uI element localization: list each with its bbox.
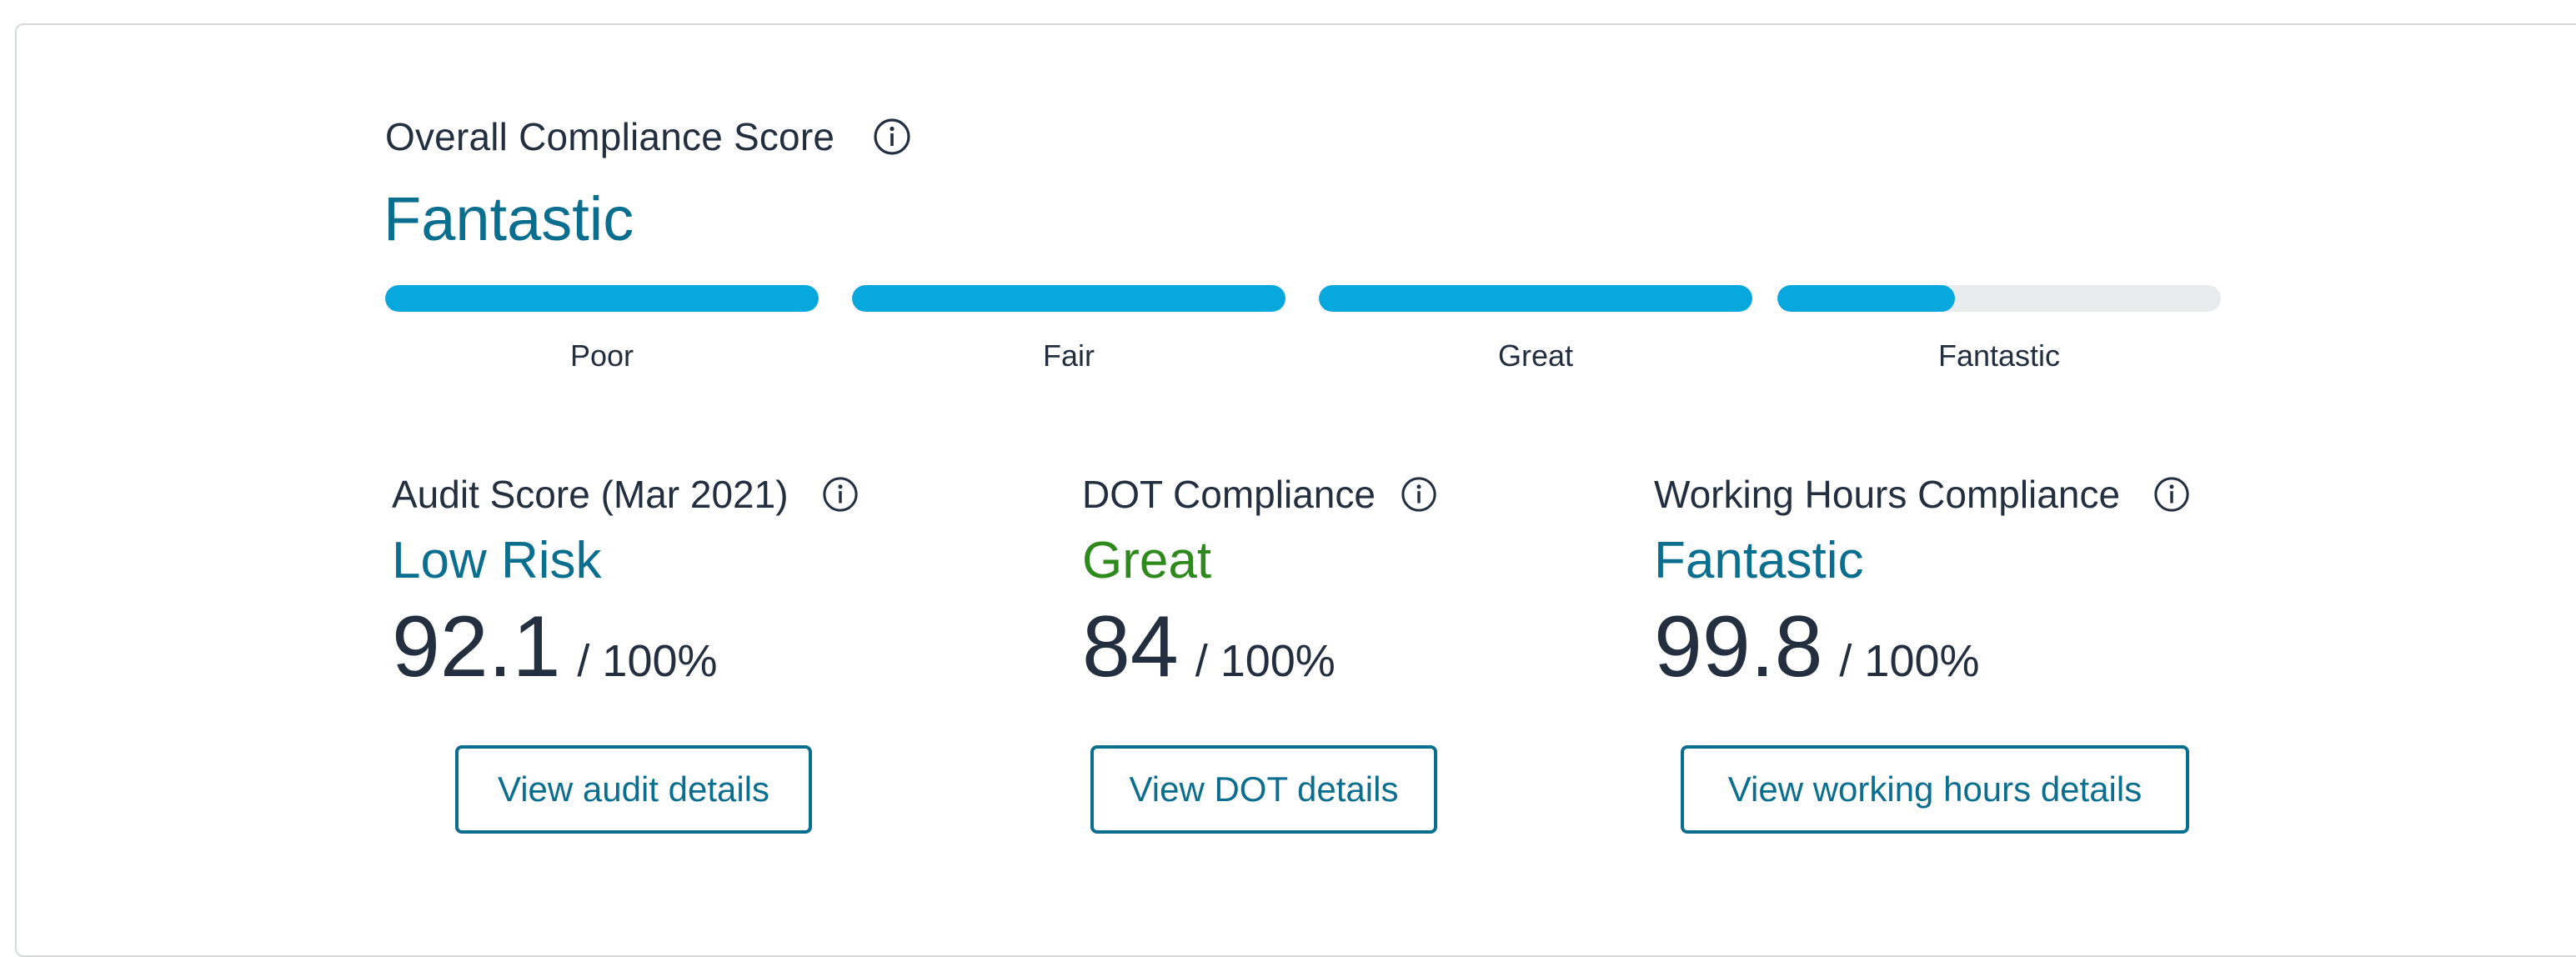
- progress-fill-great: [1319, 285, 1752, 312]
- progress-segment-fantastic: [1777, 285, 2221, 312]
- working-hours-metric: Working Hours Compliance Fantastic 99.8 …: [1654, 467, 2190, 690]
- working-hours-rating: Fantastic: [1654, 532, 1864, 589]
- dot-compliance-value: 84: [1082, 599, 1179, 695]
- dot-compliance-value-row: 84 / 100%: [1082, 604, 1437, 690]
- level-label-great: Great: [1497, 338, 1574, 373]
- view-working-hours-details-button[interactable]: View working hours details: [1681, 745, 2189, 834]
- level-label-fantastic: Fantastic: [1937, 338, 2061, 373]
- dot-compliance-title: DOT Compliance: [1082, 473, 1376, 516]
- progress-fill-poor: [385, 285, 819, 312]
- working-hours-title: Working Hours Compliance: [1654, 473, 2121, 516]
- dot-compliance-rating: Great: [1082, 532, 1212, 589]
- audit-score-title: Audit Score (Mar 2021): [392, 473, 789, 516]
- overall-header: Overall Compliance Score: [385, 110, 911, 163]
- dot-compliance-metric: DOT Compliance Great 84 / 100%: [1082, 467, 1437, 690]
- working-hours-suffix: / 100%: [1839, 636, 1980, 686]
- view-audit-details-button[interactable]: View audit details: [455, 745, 812, 834]
- audit-score-value-row: 92.1 / 100%: [392, 604, 859, 690]
- working-hours-value: 99.8: [1654, 599, 1823, 695]
- level-label-poor: Poor: [569, 338, 634, 373]
- progress-fill-fantastic: [1777, 285, 1955, 312]
- overall-title: Overall Compliance Score: [385, 115, 835, 158]
- audit-score-value: 92.1: [392, 599, 561, 695]
- info-icon[interactable]: [822, 476, 859, 513]
- progress-fill-fair: [852, 285, 1285, 312]
- overall-rating: Fantastic: [383, 184, 634, 253]
- level-label-fair: Fair: [1043, 338, 1095, 373]
- info-icon[interactable]: [1401, 476, 1437, 513]
- info-icon[interactable]: [2153, 476, 2190, 513]
- info-icon[interactable]: [873, 118, 911, 156]
- progress-segment-fair: [852, 285, 1285, 312]
- audit-score-rating: Low Risk: [392, 532, 602, 589]
- audit-score-suffix: / 100%: [577, 636, 718, 686]
- progress-segment-great: [1319, 285, 1752, 312]
- progress-segment-poor: [385, 285, 819, 312]
- dot-compliance-suffix: / 100%: [1195, 636, 1336, 686]
- working-hours-value-row: 99.8 / 100%: [1654, 604, 2190, 690]
- view-dot-details-button[interactable]: View DOT details: [1090, 745, 1437, 834]
- audit-score-metric: Audit Score (Mar 2021) Low Risk 92.1 / 1…: [392, 467, 859, 690]
